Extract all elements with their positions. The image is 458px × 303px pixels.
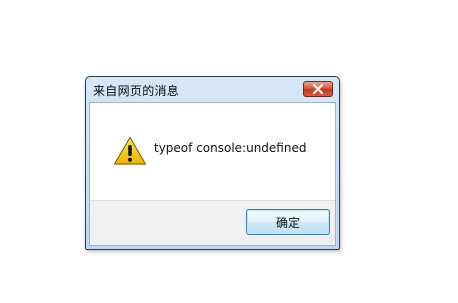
close-icon bbox=[312, 84, 324, 94]
dialog-titlebar[interactable]: 来自网页的消息 bbox=[86, 77, 339, 101]
dialog-message: typeof console:undefined bbox=[154, 141, 307, 155]
dialog-content: typeof console:undefined bbox=[90, 103, 335, 200]
dialog-client-area: typeof console:undefined 确定 bbox=[89, 102, 336, 246]
warning-icon bbox=[113, 136, 147, 166]
dialog-footer: 确定 bbox=[90, 200, 335, 245]
ok-button[interactable]: 确定 bbox=[246, 209, 330, 235]
desktop-background: 来自网页的消息 typeof console:undefined 确定 bbox=[0, 0, 458, 303]
message-dialog: 来自网页的消息 typeof console:undefined 确定 bbox=[85, 76, 340, 250]
dialog-title: 来自网页的消息 bbox=[93, 84, 180, 98]
close-button[interactable] bbox=[303, 81, 333, 97]
